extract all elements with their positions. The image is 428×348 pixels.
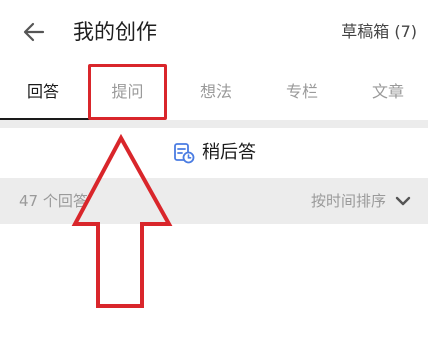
tab-articles[interactable]: 文章 xyxy=(348,64,428,120)
answer-later-label[interactable]: 稍后答 xyxy=(202,139,256,167)
tab-thoughts[interactable]: 想法 xyxy=(176,64,256,120)
tab-answers[interactable]: 回答 xyxy=(0,64,86,120)
drafts-button[interactable]: 草稿箱 (7) xyxy=(341,19,417,45)
tab-columns[interactable]: 专栏 xyxy=(262,64,342,120)
section-divider xyxy=(0,120,428,128)
document-clock-icon[interactable] xyxy=(173,142,195,164)
chevron-down-icon[interactable] xyxy=(394,192,412,210)
page-title: 我的创作 xyxy=(73,20,157,44)
annotation-highlight-box xyxy=(88,64,167,120)
arrow-left-icon[interactable] xyxy=(21,19,47,45)
up-arrow-annotation xyxy=(71,134,173,308)
top-app-bar: 我的创作 草稿箱 (7) xyxy=(0,0,428,64)
creation-tabs: 回答 提问 想法 专栏 文章 xyxy=(0,64,428,120)
sort-selector[interactable]: 按时间排序 xyxy=(311,189,386,213)
